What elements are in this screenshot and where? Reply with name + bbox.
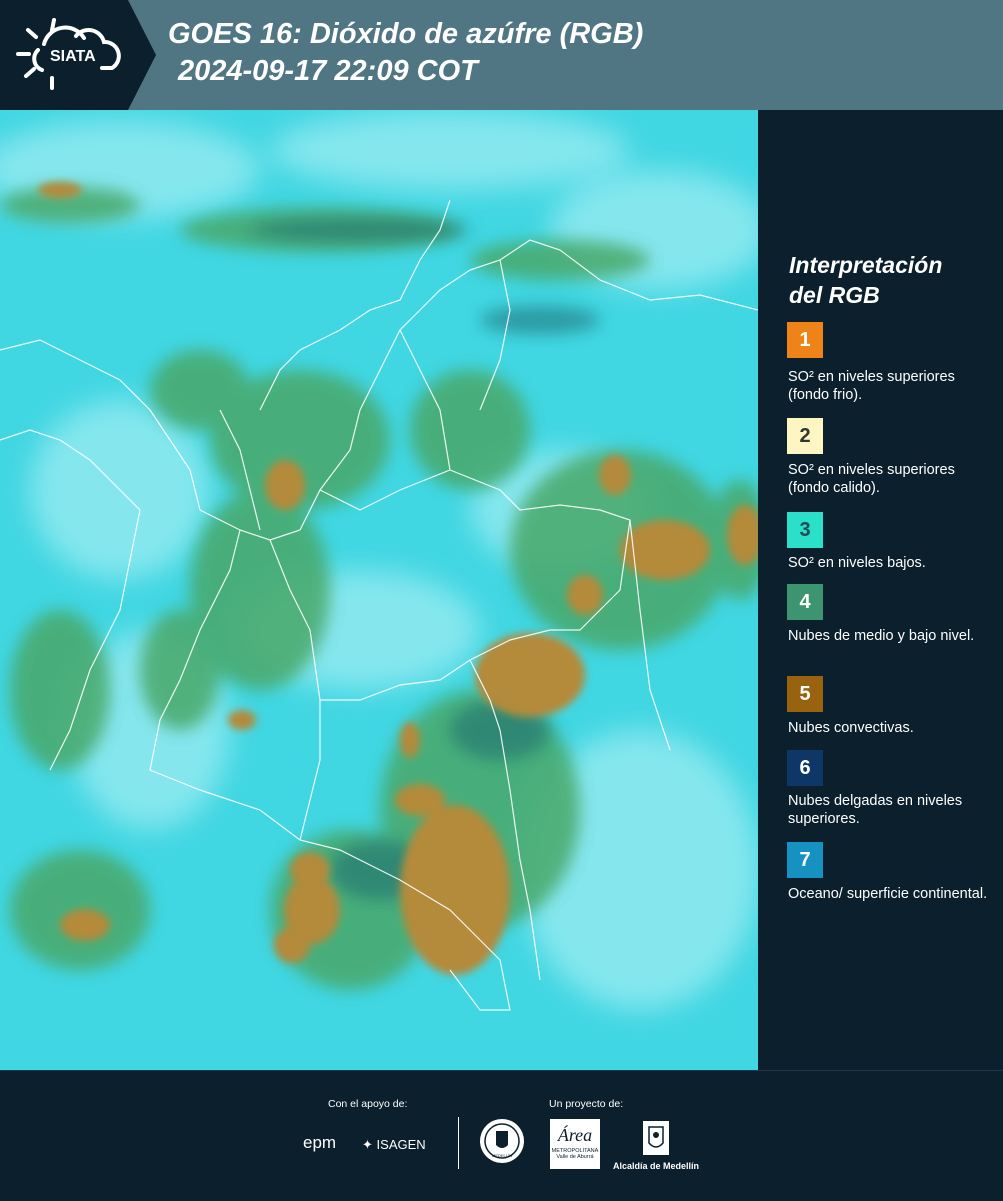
- logo-arrow: [128, 0, 156, 110]
- map-canvas: [0, 110, 758, 1070]
- isagen-logo-text: ISAGEN: [376, 1137, 426, 1152]
- legend-swatch-number: 1: [799, 328, 811, 351]
- legend-title-line-1: Interpretación: [789, 252, 943, 278]
- legend-swatch-number: 6: [799, 756, 811, 779]
- support-label: Con el apoyo de:: [328, 1098, 408, 1110]
- legend-swatch-7: 7: [787, 842, 823, 878]
- alcaldia-shield-icon: [643, 1121, 669, 1155]
- siata-logo-icon: SIATA: [16, 18, 121, 90]
- legend-swatch-1: 1: [787, 322, 823, 358]
- legend-swatch-number: 7: [799, 848, 811, 871]
- legend-label-5: Nubes convectivas.: [788, 720, 914, 736]
- legend-label-3: SO² en niveles bajos.: [788, 555, 926, 571]
- legend-swatch-2: 2: [787, 418, 823, 454]
- legend-label-6: Nubes delgadas en niveles superiores.: [788, 793, 963, 827]
- satellite-map: [0, 110, 758, 1070]
- header-bar: SIATA GOES 16: Dióxido de azúfre (RGB) 2…: [0, 0, 1003, 110]
- logo-text: SIATA: [50, 48, 96, 65]
- area-logo-subtext-2: Valle de Aburrá: [556, 1154, 594, 1160]
- legend-swatch-number: 4: [799, 590, 811, 613]
- footer-divider: [458, 1117, 459, 1169]
- legend-title: Interpretación del RGB: [789, 250, 942, 310]
- logo-area: SIATA: [0, 0, 128, 110]
- area-logo-text: Área: [557, 1125, 593, 1145]
- isagen-logo: ✦ ISAGEN: [362, 1137, 426, 1153]
- footer-bar: Con el apoyo de: Un proyecto de: epm ✦ I…: [0, 1070, 1003, 1201]
- seal-text: MEDELLÍN: [492, 1153, 512, 1158]
- medellin-seal-icon: MEDELLÍN: [480, 1119, 524, 1163]
- title-line-1: GOES 16: Dióxido de azúfre (RGB): [168, 18, 644, 50]
- epm-logo: epm: [303, 1133, 337, 1152]
- legend-swatch-number: 5: [799, 682, 811, 705]
- legend-title-line-2: del RGB: [789, 282, 880, 308]
- legend-label-7: Oceano/ superficie continental.: [788, 886, 988, 902]
- legend-swatch-3: 3: [787, 512, 823, 548]
- project-label: Un proyecto de:: [549, 1098, 624, 1110]
- area-metropolitana-logo: Área METROPOLITANA Valle de Aburrá: [550, 1119, 600, 1169]
- legend-swatch-4: 4: [787, 584, 823, 620]
- legend-swatch-6: 6: [787, 750, 823, 786]
- legend-label-4: Nubes de medio y bajo nivel.: [788, 628, 975, 644]
- legend-swatch-number: 3: [799, 518, 811, 541]
- legend-label-2: SO² en niveles superiores (fondo calido)…: [788, 462, 955, 496]
- title-line-2: 2024-09-17 22:09 COT: [178, 55, 478, 87]
- legend-label-1: SO² en niveles superiores (fondo frio).: [788, 369, 955, 403]
- alcaldia-text: Alcaldía de Medellín: [613, 1161, 700, 1171]
- legend-swatch-5: 5: [787, 676, 823, 712]
- legend-swatch-number: 2: [799, 424, 811, 447]
- page-title: GOES 16: Dióxido de azúfre (RGB) 2024-09…: [168, 16, 643, 90]
- legend-panel: Interpretación del RGB 1 SO² en niveles …: [760, 110, 1003, 1070]
- isagen-icon: ✦: [362, 1137, 373, 1152]
